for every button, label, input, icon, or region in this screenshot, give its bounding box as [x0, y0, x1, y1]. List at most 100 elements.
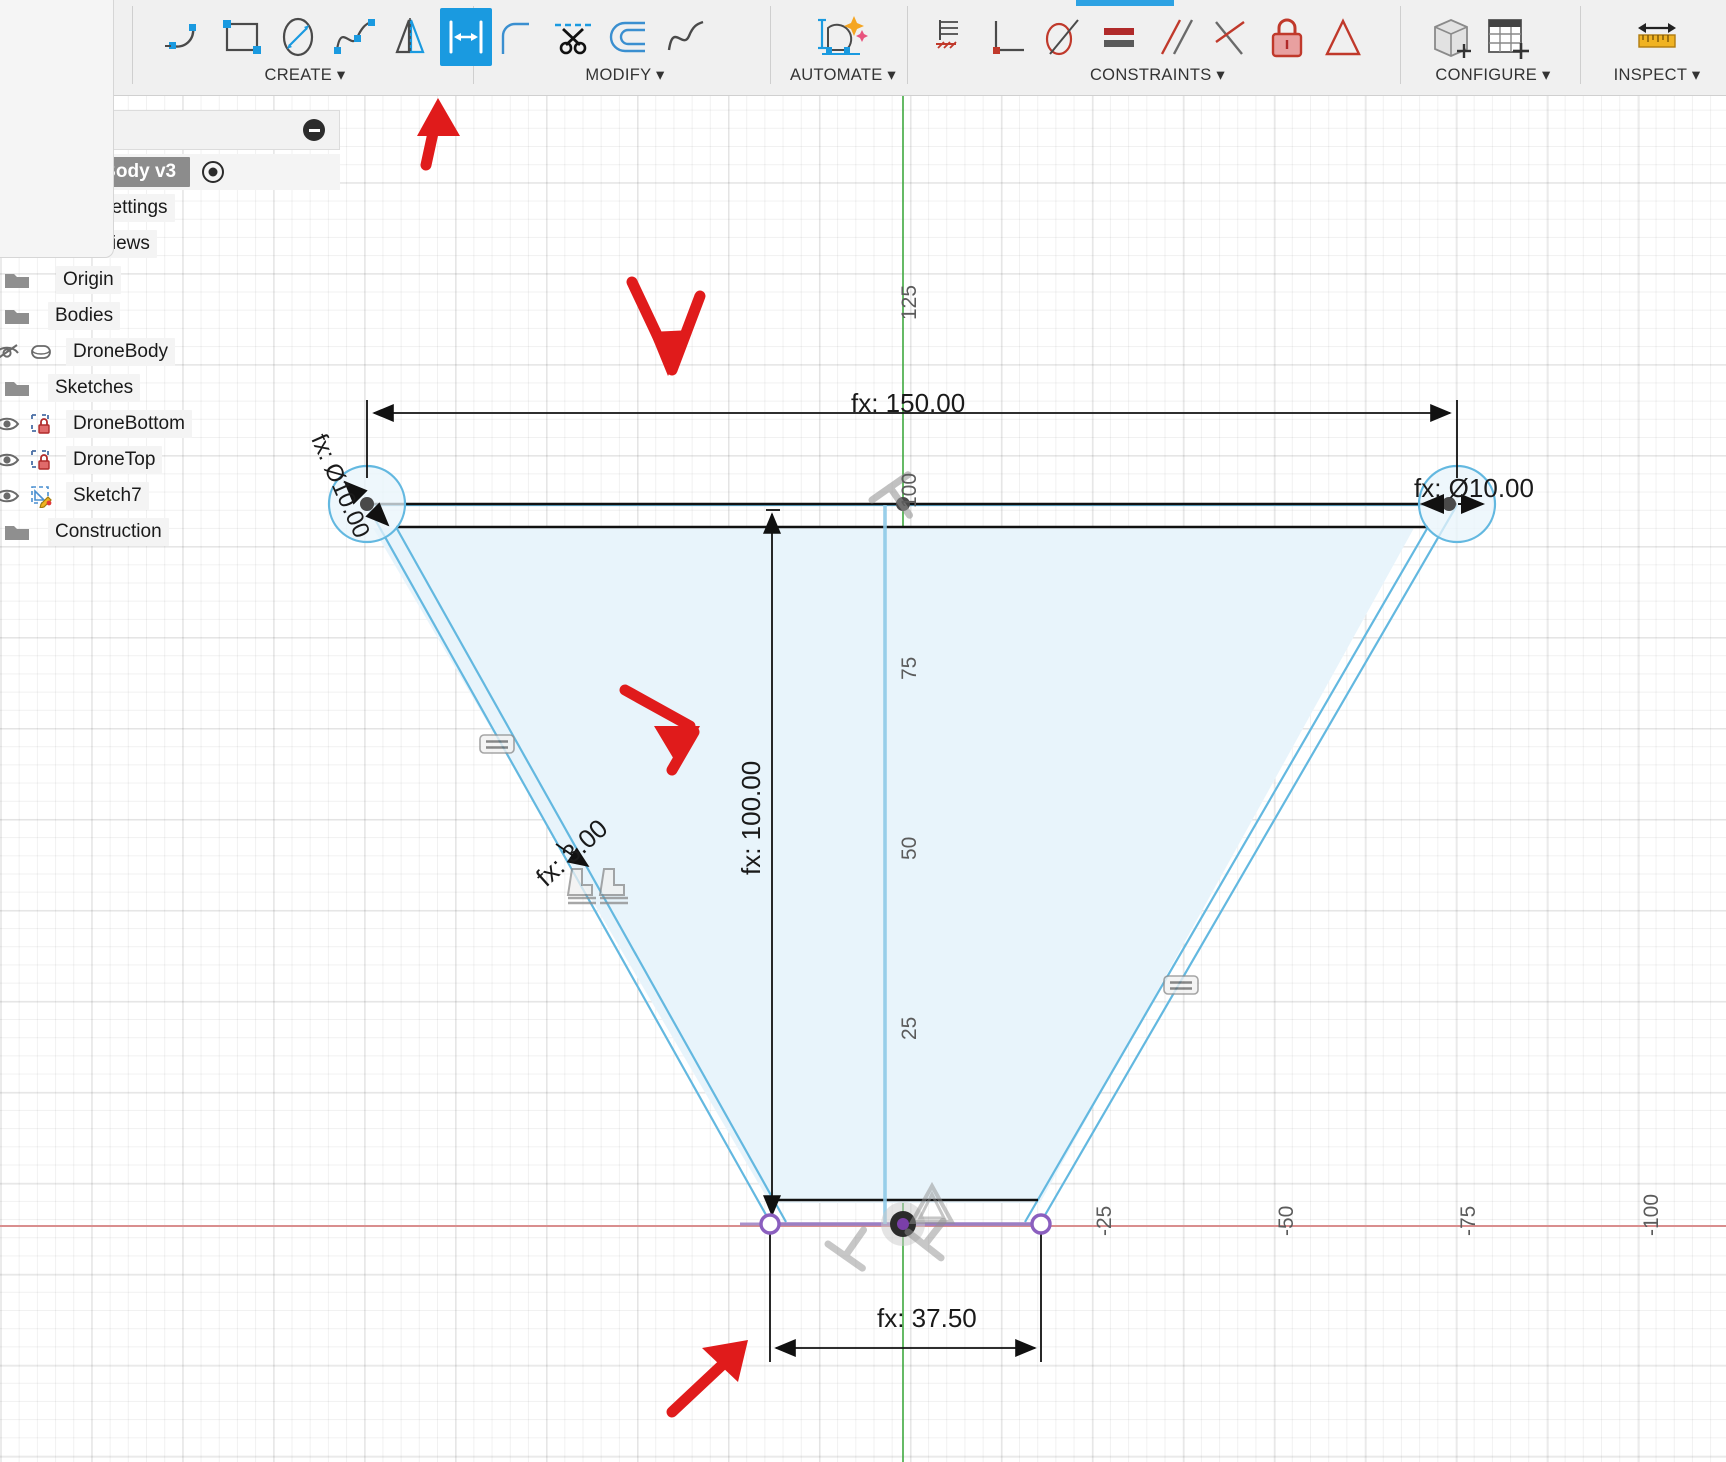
- trim-scissors-icon[interactable]: [548, 8, 600, 66]
- toolbar-group-modify-label[interactable]: MODIFY ▾: [480, 65, 770, 85]
- x-tick-minus100: -100: [1640, 1193, 1663, 1236]
- toolbar-group-constraints-label[interactable]: CONSTRAINTS ▾: [915, 65, 1400, 85]
- perpendicular-constraint-icon[interactable]: [981, 8, 1033, 66]
- x-tick-minus75: -75: [1457, 1205, 1480, 1236]
- chevron-down-icon: ▾: [887, 66, 897, 84]
- toolbar-group-modify: MODIFY ▾: [480, 0, 770, 96]
- equal-constraint-marker-left: [479, 734, 515, 754]
- annotation-arrow-toolbar: [417, 98, 460, 171]
- sketch-toolbar: N ▾: [0, 0, 1726, 258]
- group-label-text: INSPECT: [1613, 66, 1687, 84]
- folder-icon: [0, 305, 34, 327]
- measure-ruler-icon[interactable]: [1632, 8, 1684, 66]
- toolbar-separator: [1580, 6, 1581, 84]
- sketch-locked-icon: [24, 448, 58, 472]
- annotation-arrow-bottom: [666, 1340, 748, 1418]
- offset-icon[interactable]: [604, 8, 656, 66]
- origin-point-inner: [897, 1218, 909, 1230]
- toolbar-separator: [770, 6, 771, 84]
- tree-item-dronebottom[interactable]: DroneBottom: [0, 406, 340, 442]
- tree-item-origin[interactable]: Origin: [0, 262, 340, 298]
- folder-icon: [0, 521, 34, 543]
- group-label-text: MODIFY: [585, 66, 652, 84]
- toolbar-group-configure-label[interactable]: CONFIGURE ▾: [1408, 65, 1578, 85]
- y-tick-125: 125: [898, 284, 921, 320]
- bottom-dimension-lines: [769, 1228, 1042, 1362]
- mirror-icon[interactable]: [384, 8, 436, 66]
- tree-item-label: Sketches: [48, 374, 141, 402]
- chevron-down-icon: ▾: [1691, 66, 1701, 84]
- configure-body-icon[interactable]: [1426, 8, 1478, 66]
- eye-visible-icon[interactable]: [0, 486, 24, 506]
- horizontal-vertical-constraint-icon[interactable]: [925, 8, 977, 66]
- toolbar-group-inspect: INSPECT ▾: [1588, 0, 1726, 96]
- tangent-constraint-icon[interactable]: [1037, 8, 1089, 66]
- chevron-down-icon: ▾: [1542, 66, 1551, 84]
- y-tick-75: 75: [898, 656, 921, 680]
- y-tick-25: 25: [898, 1016, 921, 1040]
- body-icon: [24, 341, 58, 363]
- tree-item-bodies[interactable]: Bodies: [0, 298, 340, 334]
- equal-constraint-icon[interactable]: [1093, 8, 1145, 66]
- profile-region: [373, 528, 1414, 1203]
- radio-selected-icon[interactable]: [200, 159, 226, 185]
- folder-icon: [0, 269, 34, 291]
- tree-item-label: Sketch7: [66, 482, 149, 510]
- auto-constrain-sparkle-icon[interactable]: [816, 8, 868, 66]
- rectangle-icon[interactable]: [216, 8, 268, 66]
- group-label-text: CONSTRAINTS: [1089, 66, 1212, 84]
- symmetry-constraint-icon[interactable]: [1317, 8, 1369, 66]
- tree-item-label: DroneBody: [66, 338, 176, 366]
- tree-item-label: Construction: [48, 518, 169, 546]
- tree-item-label: DroneBottom: [66, 410, 192, 438]
- width-dimension-label[interactable]: fx: 150.00: [851, 388, 965, 419]
- toolbar-separator: [132, 6, 133, 84]
- bottom-right-endpoint: [1030, 1213, 1052, 1235]
- folder-icon: [0, 377, 34, 399]
- x-tick-minus25: -25: [1093, 1205, 1116, 1236]
- chevron-down-icon: ▾: [336, 66, 346, 84]
- y-tick-50: 50: [898, 836, 921, 860]
- fix-unfix-lock-icon[interactable]: [1261, 8, 1313, 66]
- configure-table-icon[interactable]: [1482, 8, 1534, 66]
- minus-circle-icon[interactable]: [303, 119, 325, 141]
- height-dimension-label[interactable]: fx: 100.00: [736, 761, 767, 875]
- y-tick-100: 100: [898, 472, 921, 508]
- coincident-constraint-icon[interactable]: [1205, 8, 1257, 66]
- toolbar-group-inspect-label[interactable]: INSPECT ▾: [1588, 65, 1726, 85]
- tree-item-label: Origin: [56, 266, 121, 294]
- group-label-text: AUTOMATE: [789, 66, 883, 84]
- tree-item-dronetop[interactable]: DroneTop: [0, 442, 340, 478]
- sketch-locked-icon: [24, 412, 58, 436]
- tree-item-construction[interactable]: Construction: [0, 514, 340, 550]
- parallel-constraint-icon[interactable]: [1149, 8, 1201, 66]
- fillet-icon[interactable]: [492, 8, 544, 66]
- toolbar-group-automate-label[interactable]: AUTOMATE ▾: [778, 65, 908, 85]
- bottom-left-endpoint: [759, 1213, 781, 1235]
- arc-icon[interactable]: [160, 8, 212, 66]
- tree-item-sketch7[interactable]: Sketch7: [0, 478, 340, 514]
- break-curve-icon[interactable]: [660, 8, 712, 66]
- eye-visible-icon[interactable]: [0, 450, 24, 470]
- tree-item-label: Bodies: [48, 302, 121, 330]
- tree-item-label: DroneTop: [66, 446, 163, 474]
- x-tick-minus50: -50: [1275, 1205, 1298, 1236]
- toolbar-left-panel[interactable]: N ▾: [0, 0, 114, 258]
- tree-item-dronebody[interactable]: DroneBody: [0, 334, 340, 370]
- ellipse-icon[interactable]: [272, 8, 324, 66]
- sketch-edit-icon: [24, 484, 58, 508]
- toolbar-group-create-label[interactable]: CREATE ▾: [140, 65, 470, 85]
- group-label-text: CREATE: [264, 66, 333, 84]
- toolbar-group-configure: CONFIGURE ▾: [1408, 0, 1578, 96]
- eye-hidden-icon[interactable]: [0, 342, 24, 362]
- annotation-arrow-top: [626, 276, 706, 376]
- eye-visible-icon[interactable]: [0, 414, 24, 434]
- spline-icon[interactable]: [328, 8, 380, 66]
- tree-item-sketches[interactable]: Sketches: [0, 370, 340, 406]
- right-hole-diameter-label[interactable]: fx: Ø10.00: [1414, 473, 1534, 504]
- toolbar-group-automate: AUTOMATE ▾: [778, 0, 908, 96]
- toolbar-group-constraints: CONSTRAINTS ▾: [915, 0, 1400, 96]
- group-label-text: CONFIGURE: [1435, 66, 1538, 84]
- chevron-down-icon: ▾: [1216, 66, 1226, 84]
- bottom-width-dimension-label[interactable]: fx: 37.50: [877, 1303, 977, 1334]
